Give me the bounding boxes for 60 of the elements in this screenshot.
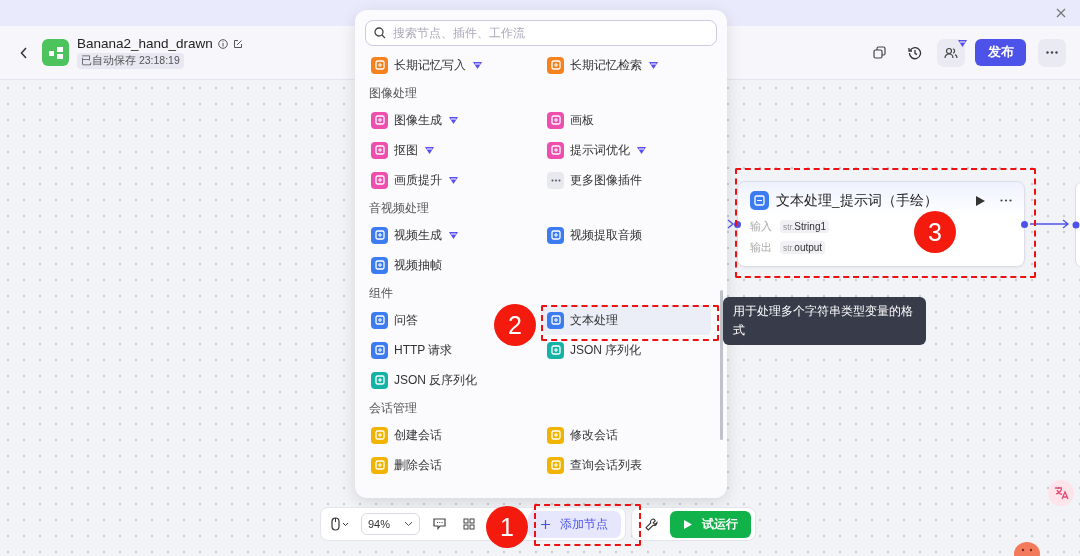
node-option[interactable]: 抠图: [365, 135, 441, 165]
info-icon[interactable]: [217, 38, 228, 49]
connector-arrow: [1030, 219, 1070, 229]
port-dot[interactable]: [1021, 221, 1028, 228]
zoom-select[interactable]: 94%: [361, 513, 421, 535]
plus-icon: [541, 519, 551, 529]
chevron-icon: [404, 521, 414, 527]
node-option[interactable]: 问答: [365, 305, 424, 335]
collaborators-button[interactable]: [937, 38, 965, 67]
scrollbar[interactable]: [720, 290, 723, 440]
add-node-button[interactable]: 添加节点: [528, 510, 622, 538]
port-dot[interactable]: [734, 221, 741, 228]
node-title: 文本处理_提示词（手绘）: [776, 191, 939, 210]
node-option[interactable]: 画板: [541, 105, 600, 135]
section-heading: 会话管理: [368, 400, 418, 417]
port-dot[interactable]: [1072, 221, 1080, 229]
people-icon: [944, 46, 958, 59]
node-type-icon: [750, 191, 769, 210]
more-icon[interactable]: [1000, 199, 1012, 202]
more-icon: [547, 171, 564, 189]
autosave-badge: 已自动保存 23:18:19: [77, 53, 184, 69]
node-option[interactable]: 画质提升: [365, 165, 465, 195]
section-heading: 音视频处理: [368, 200, 430, 217]
node-option[interactable]: JSON 序列化: [541, 335, 648, 365]
variable-tag: str.String1: [780, 220, 830, 233]
translate-icon[interactable]: [1047, 479, 1075, 507]
node-option[interactable]: 长期记忆检索: [541, 50, 665, 80]
section-heading: 图像处理: [368, 85, 418, 102]
port-label: 输入: [750, 219, 772, 234]
node-option[interactable]: 更多图像插件: [541, 165, 648, 195]
back-icon[interactable]: [20, 46, 28, 59]
premium-icon: [957, 38, 968, 48]
more-icon: [1046, 51, 1058, 54]
node-option[interactable]: HTTP 请求: [365, 335, 459, 365]
edit-icon[interactable]: [232, 38, 243, 49]
node-option[interactable]: JSON 反序列化: [365, 365, 484, 395]
search-field[interactable]: 搜索节点、插件、工作流: [365, 20, 717, 46]
mascot-icon[interactable]: [1013, 540, 1041, 556]
node-option[interactable]: 文本处理: [541, 305, 711, 335]
close-icon[interactable]: [1056, 8, 1066, 18]
port-label: 输出: [750, 240, 772, 255]
node-option[interactable]: 创建会话: [365, 420, 448, 450]
node-option[interactable]: 视频抽帧: [365, 250, 448, 280]
node-option[interactable]: 提示词优化: [541, 135, 653, 165]
variable-tag: str.output: [780, 241, 826, 254]
section-heading: 组件: [368, 285, 394, 302]
node-option[interactable]: 图像生成: [365, 105, 465, 135]
workflow-title: Banana2_hand_drawn: [77, 36, 213, 51]
tooltip: 用于处理多个字符串类型变量的格式: [723, 297, 926, 345]
step-marker: 1: [486, 506, 528, 548]
play-icon: [683, 519, 692, 529]
node-option[interactable]: 视频生成: [365, 220, 465, 250]
publish-button[interactable]: 发布: [975, 39, 1026, 66]
node-option[interactable]: 长期记忆写入: [365, 50, 489, 80]
node-option[interactable]: 修改会话: [541, 420, 624, 450]
node-option[interactable]: 查询会话列表: [541, 450, 648, 480]
node-option[interactable]: 视频提取音频: [541, 220, 648, 250]
play-icon[interactable]: [976, 195, 985, 206]
app-icon: [42, 39, 69, 66]
node-option[interactable]: 删除会话: [365, 450, 448, 480]
